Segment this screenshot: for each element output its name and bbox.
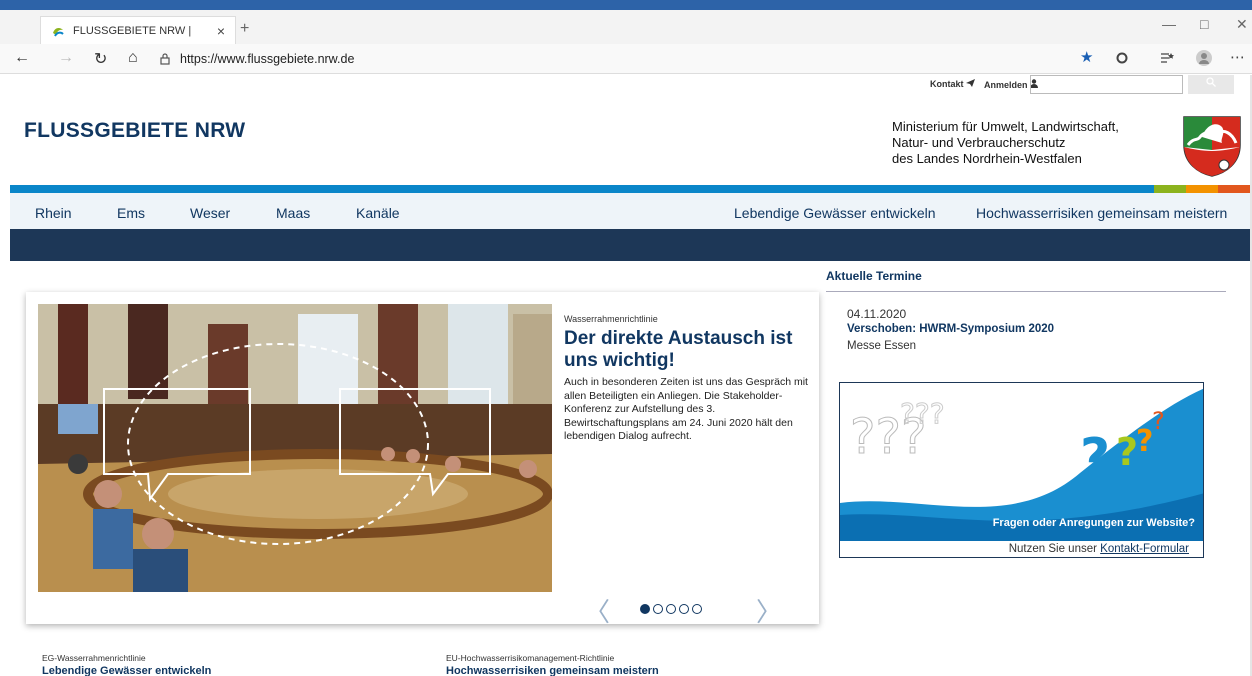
contact-form-link[interactable]: Kontakt-Formular <box>1100 543 1189 555</box>
color-band <box>10 185 1252 193</box>
svg-text:?: ? <box>1152 407 1165 435</box>
promo-footer-text: Nutzen Sie unser <box>1008 543 1101 555</box>
svg-text:?: ? <box>1136 424 1153 459</box>
site-logo-text[interactable]: FLUSSGEBIETE NRW <box>24 119 245 143</box>
carousel-teaser: Auch in besonderen Zeiten ist uns das Ge… <box>564 376 808 442</box>
carousel-headline[interactable]: Der direkte Austausch ist uns wichtig! <box>564 328 814 372</box>
favorite-star-icon[interactable]: ★ <box>1080 48 1093 66</box>
promo-footer: Nutzen Sie unser Kontakt-Formular <box>840 541 1203 557</box>
carousel-pagination <box>640 604 702 614</box>
carousel-dot[interactable] <box>666 604 676 614</box>
termine-divider <box>826 291 1226 292</box>
reading-list-icon[interactable] <box>1160 52 1174 64</box>
new-tab-button[interactable]: + <box>240 20 249 38</box>
promo-title: Fragen oder Anregungen zur Website? <box>992 517 1195 529</box>
address-bar[interactable]: https://www.flussgebiete.nrw.de <box>160 48 1050 70</box>
navigation-strip <box>10 229 1252 261</box>
nav-item-weser[interactable]: Weser <box>190 205 230 221</box>
tab-title: FLUSSGEBIETE NRW | <box>73 24 192 37</box>
carousel-kicker: Wasserrahmenrichtlinie <box>564 314 658 324</box>
extension-icon[interactable] <box>1116 52 1128 64</box>
reload-icon[interactable]: ↻ <box>94 49 107 69</box>
send-icon <box>966 79 976 87</box>
conference-photo[interactable] <box>38 304 552 592</box>
search-button[interactable] <box>1188 75 1234 94</box>
maximize-icon[interactable]: □ <box>1200 16 1208 32</box>
nav-item-maas[interactable]: Maas <box>276 205 310 221</box>
teaser-carousel: Wasserrahmenrichtlinie Der direkte Austa… <box>26 292 819 627</box>
carousel-next-icon[interactable]: 〉 <box>756 592 782 629</box>
feedback-promo[interactable]: ??? ??? ? ? ? ? Fragen oder Anregungen z… <box>839 382 1204 558</box>
window-close-icon[interactable]: ✕ <box>1236 16 1248 33</box>
carousel-caption: Wasserrahmenrichtlinie Der direkte Austa… <box>564 314 814 444</box>
home-icon[interactable]: ⌂ <box>128 49 138 67</box>
carousel-dot[interactable] <box>692 604 702 614</box>
teaser-wrrl[interactable]: EG-Wasserrahmenrichtlinie Lebendige Gewä… <box>42 653 211 676</box>
nav-item-rhein[interactable]: Rhein <box>35 205 72 221</box>
nav-item-ems[interactable]: Ems <box>117 205 145 221</box>
ministry-name: Ministerium für Umwelt, Landwirtschaft, … <box>892 119 1119 166</box>
svg-text:?: ? <box>1116 430 1138 474</box>
nav-item-hochwasserrisiken[interactable]: Hochwasserrisiken gemeinsam meistern <box>976 205 1227 221</box>
carousel-dot[interactable] <box>653 604 663 614</box>
teaser-hwrm[interactable]: EU-Hochwasserrisikomanagement-Richtlinie… <box>446 653 659 676</box>
nrw-coat-of-arms-icon[interactable] <box>1182 115 1242 177</box>
search-input[interactable] <box>1030 75 1183 94</box>
profile-avatar-icon[interactable] <box>1196 50 1212 66</box>
back-icon[interactable]: ← <box>14 49 30 67</box>
forward-icon[interactable]: → <box>58 49 74 67</box>
termine-heading: Aktuelle Termine <box>826 269 922 283</box>
event-location: Messe Essen <box>847 340 917 352</box>
minimize-icon[interactable]: — <box>1162 16 1176 32</box>
carousel-prev-icon[interactable]: 〈 <box>584 592 610 629</box>
contact-link[interactable]: Kontakt <box>930 79 976 89</box>
svg-text:???: ??? <box>900 397 945 430</box>
carousel-dot[interactable] <box>679 604 689 614</box>
event-title[interactable]: Verschoben: HWRM-Symposium 2020 <box>847 323 1054 335</box>
web-page: Kontakt Anmelden FLUSSGEBIETE NRW Minist… <box>10 75 1252 676</box>
nav-item-kanaele[interactable]: Kanäle <box>356 205 400 221</box>
browser-toolbar: ← → ↻ ⌂ https://www.flussgebiete.nrw.de … <box>0 44 1252 74</box>
browser-tab[interactable]: FLUSSGEBIETE NRW | × <box>40 16 236 44</box>
main-navigation: Rhein Ems Weser Maas Kanäle Lebendige Ge… <box>10 193 1252 229</box>
carousel-dot[interactable] <box>640 604 650 614</box>
nav-item-lebendige-gewaesser[interactable]: Lebendige Gewässer entwickeln <box>734 205 936 221</box>
tab-close-icon[interactable]: × <box>217 23 225 39</box>
svg-text:?: ? <box>1080 428 1110 488</box>
url-text: https://www.flussgebiete.nrw.de <box>180 52 355 66</box>
lock-icon <box>160 53 170 65</box>
more-menu-icon[interactable]: ⋯ <box>1230 48 1245 66</box>
browser-tab-bar: FLUSSGEBIETE NRW | × + — □ ✕ <box>0 0 1252 44</box>
search-icon <box>1206 77 1216 87</box>
site-favicon-icon <box>53 27 64 37</box>
event-date: 04.11.2020 <box>847 307 907 321</box>
